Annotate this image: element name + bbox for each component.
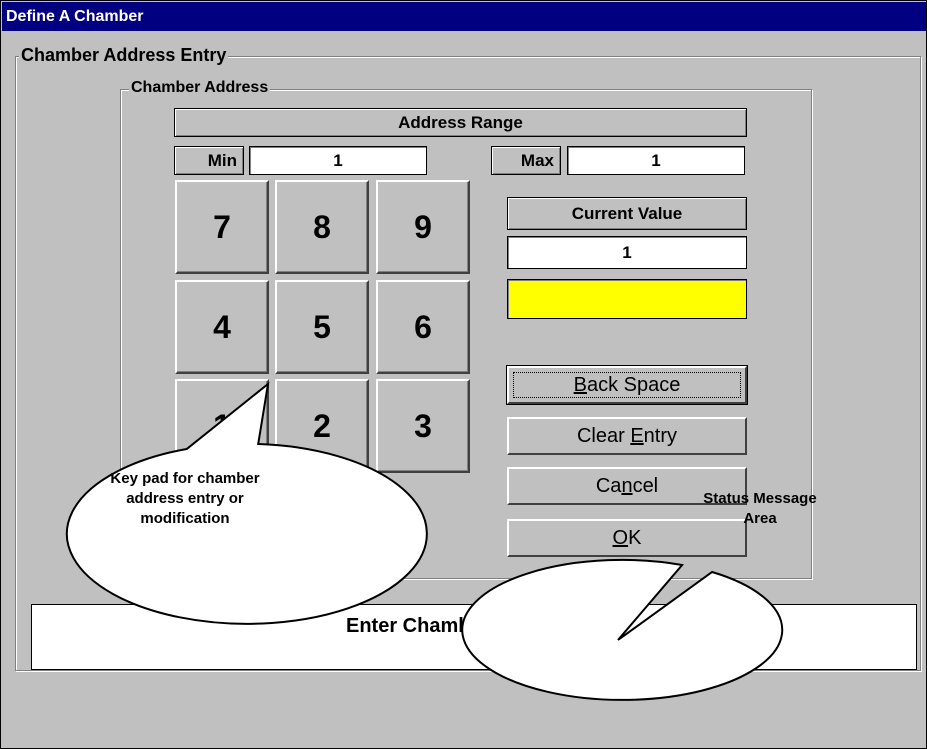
status-callout-bubble xyxy=(461,558,784,701)
status-callout-line-1: Status Message xyxy=(703,490,817,507)
callout-overlay xyxy=(65,381,784,701)
status-callout-line-2: Area xyxy=(743,510,777,527)
keypad-callout-line-1: Key pad for chamber xyxy=(110,470,260,487)
keypad-callout-line-3: modification xyxy=(140,510,230,527)
keypad-callout-text: Key pad for chamber address entry or mod… xyxy=(40,469,330,529)
keypad-callout-line-2: address entry or xyxy=(126,490,244,507)
status-callout-text: Status Message Area xyxy=(640,489,880,529)
